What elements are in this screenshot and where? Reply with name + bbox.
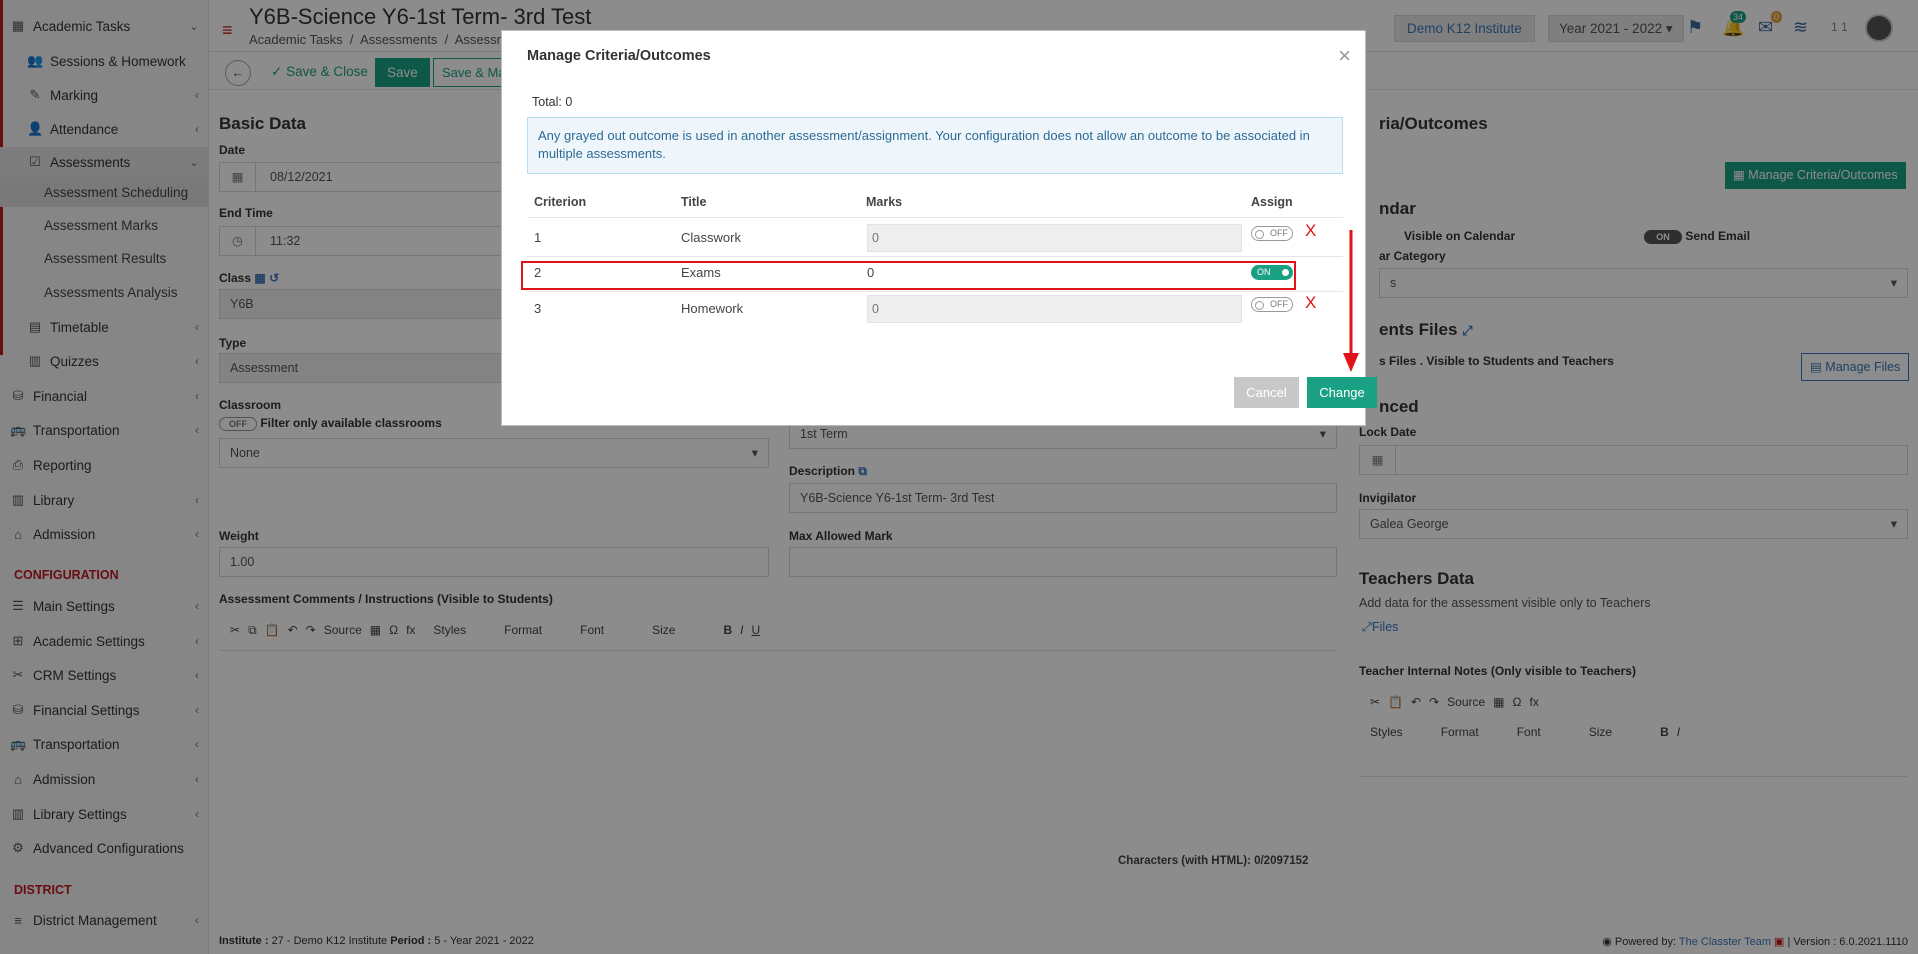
row3-marks-input[interactable]: 0 [867, 295, 1242, 323]
annotation-x: X [1305, 293, 1317, 312]
row1-assign-toggle[interactable]: OFF [1251, 226, 1293, 241]
cancel-button[interactable]: Cancel [1234, 377, 1299, 408]
header-title: Title [681, 195, 707, 209]
annotation-x: X [1305, 221, 1317, 240]
row3-title: Homework [681, 301, 744, 316]
modal-title: Manage Criteria/Outcomes [527, 48, 711, 64]
annotation-highlight-box [521, 261, 1296, 290]
modal-total: Total: 0 [532, 95, 573, 109]
row1-criterion: 1 [534, 230, 542, 245]
row3-criterion: 3 [534, 301, 542, 316]
row3-assign-toggle[interactable]: OFF [1251, 297, 1293, 312]
arrow-head [1343, 353, 1359, 372]
table-divider [527, 217, 1343, 218]
row1-marks-input[interactable]: 0 [867, 224, 1242, 252]
table-divider [527, 256, 1343, 257]
row1-title: Classwork [681, 230, 741, 245]
annotation-arrow [1343, 230, 1359, 372]
change-button[interactable]: Change [1307, 377, 1377, 408]
modal-alert: Any grayed out outcome is used in anothe… [527, 117, 1343, 174]
header-marks: Marks [866, 195, 903, 209]
header-criterion: Criterion [534, 195, 587, 209]
close-icon[interactable]: × [1338, 43, 1351, 69]
table-divider [527, 291, 1343, 292]
header-assign: Assign [1251, 195, 1293, 209]
manage-criteria-modal: Manage Criteria/Outcomes × Total: 0 Any … [501, 30, 1366, 426]
